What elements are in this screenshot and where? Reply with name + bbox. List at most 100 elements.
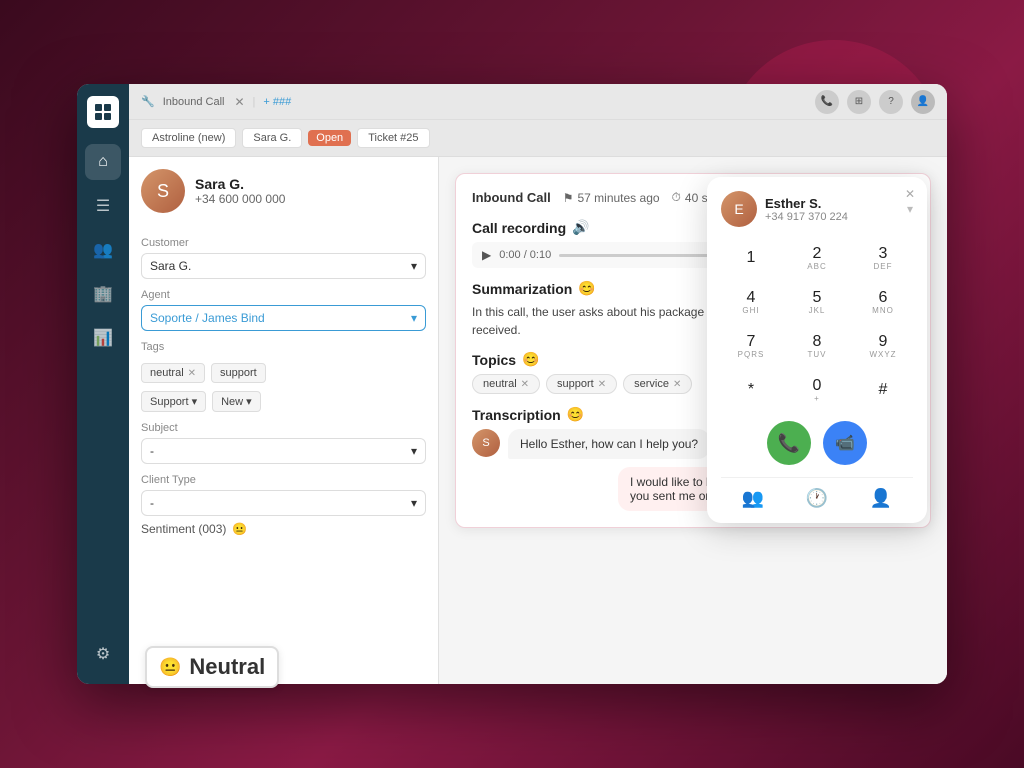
dialpad-expand-chevron[interactable]: ▾ bbox=[907, 202, 913, 216]
dialpad-caller-phone: +34 917 370 224 bbox=[765, 211, 848, 223]
subject-select[interactable]: - ▾ bbox=[141, 438, 426, 464]
user-avatar-btn[interactable]: 👤 bbox=[911, 90, 935, 114]
neutral-label: Neutral bbox=[189, 654, 265, 680]
dial-key-hash[interactable]: # bbox=[853, 371, 913, 409]
contact-header: S Sara G. +34 600 000 000 bbox=[141, 169, 426, 213]
recording-label: Call recording bbox=[472, 220, 566, 236]
flag-icon: ⚑ bbox=[563, 191, 574, 205]
dial-key-2[interactable]: 2ABC bbox=[787, 239, 847, 277]
tag-neutral-remove[interactable]: ✕ bbox=[188, 368, 196, 379]
sidebar-item-buildings[interactable]: 🏢 bbox=[85, 276, 121, 312]
customer-label: Customer bbox=[141, 237, 426, 249]
topbar-logo: 🔧 bbox=[141, 95, 155, 108]
play-button[interactable]: ▶ bbox=[482, 248, 491, 262]
topbar: 🔧 Inbound Call ✕ | + ### 📞 ⊞ ? 👤 bbox=[129, 84, 947, 120]
dial-key-star[interactable]: * bbox=[721, 371, 781, 409]
customer-select[interactable]: Sara G. ▾ bbox=[141, 253, 426, 279]
sentiment-label: Sentiment (003) bbox=[141, 522, 226, 536]
dialpad-footer-transfer[interactable]: 👤 bbox=[870, 488, 892, 509]
sidebar-item-settings[interactable]: ⚙ bbox=[85, 636, 121, 672]
topbar-title: Inbound Call bbox=[163, 96, 225, 108]
topic-service-remove[interactable]: ✕ bbox=[673, 379, 681, 390]
topbar-icons: 📞 ⊞ ? 👤 bbox=[815, 90, 935, 114]
neutral-sentiment-box: 😐 Neutral bbox=[145, 646, 279, 688]
client-type-label: Client Type bbox=[141, 474, 426, 486]
customer-value: Sara G. bbox=[150, 259, 191, 273]
status-support[interactable]: Support ▾ bbox=[141, 391, 206, 412]
tag-support[interactable]: support bbox=[211, 363, 266, 383]
dialpad-footer: 👥 🕐 👤 bbox=[721, 477, 913, 509]
dialpad-actions: 📞 📹 bbox=[721, 421, 913, 465]
clock-icon: ⏱ bbox=[672, 190, 681, 205]
topic-service[interactable]: service ✕ bbox=[623, 374, 692, 394]
dial-video-icon: 📹 bbox=[835, 433, 855, 453]
topics-label: Topics bbox=[472, 352, 516, 368]
dialpad-grid: 1 2ABC 3DEF 4GHI 5JKL 6MNO 7PQRS 8TUV 9W… bbox=[721, 239, 913, 409]
dial-call-button[interactable]: 📞 bbox=[767, 421, 811, 465]
topic-neutral-remove[interactable]: ✕ bbox=[521, 379, 529, 390]
dial-key-7[interactable]: 7PQRS bbox=[721, 327, 781, 365]
avatar-initial: S bbox=[157, 181, 169, 202]
contact-avatar: S bbox=[141, 169, 185, 213]
topics-emoji: 😊 bbox=[522, 351, 539, 368]
topbar-new-tab[interactable]: + ### bbox=[263, 96, 291, 108]
home-icon: ⌂ bbox=[98, 153, 108, 171]
dial-key-9[interactable]: 9WXYZ bbox=[853, 327, 913, 365]
dialpad-footer-group[interactable]: 👥 bbox=[742, 488, 764, 509]
help-icon-btn[interactable]: ? bbox=[879, 90, 903, 114]
status-new[interactable]: New ▾ bbox=[212, 391, 261, 412]
sidebar: ⌂ ☰ 👥 🏢 📊 ⚙ bbox=[77, 84, 129, 684]
settings-icon: ⚙ bbox=[96, 644, 110, 664]
tag-neutral[interactable]: neutral ✕ bbox=[141, 363, 205, 383]
dialpad-header: E Esther S. +34 917 370 224 ▾ bbox=[721, 191, 913, 227]
breadcrumb-astroline[interactable]: Astroline (new) bbox=[141, 128, 236, 148]
sidebar-item-analytics[interactable]: 📊 bbox=[85, 320, 121, 356]
dial-key-6[interactable]: 6MNO bbox=[853, 283, 913, 321]
call-duration: ⏱ 40 s bbox=[672, 190, 708, 205]
msg-bubble-1: Hello Esther, how can I help you? bbox=[508, 429, 710, 459]
breadcrumb-sara[interactable]: Sara G. bbox=[242, 128, 302, 148]
tag-support-text: support bbox=[220, 367, 257, 379]
tickets-icon: ☰ bbox=[96, 196, 110, 216]
time-display: 0:00 / 0:10 bbox=[499, 249, 551, 261]
status-new-text: New bbox=[221, 396, 243, 408]
sentiment-row: Sentiment (003) 😐 bbox=[141, 522, 426, 536]
dial-key-8[interactable]: 8TUV bbox=[787, 327, 847, 365]
dialpad-footer-history[interactable]: 🕐 bbox=[806, 488, 828, 509]
sidebar-item-tickets[interactable]: ☰ bbox=[85, 188, 121, 224]
sidebar-item-contacts[interactable]: 👥 bbox=[85, 232, 121, 268]
dial-call-icon: 📞 bbox=[778, 433, 800, 454]
sidebar-logo bbox=[87, 96, 119, 128]
call-meta-title: Inbound Call bbox=[472, 190, 551, 205]
client-type-select[interactable]: - ▾ bbox=[141, 490, 426, 516]
dial-key-5[interactable]: 5JKL bbox=[787, 283, 847, 321]
client-type-chevron: ▾ bbox=[411, 496, 417, 510]
status-support-text: Support bbox=[150, 396, 189, 408]
phone-icon-btn: 📞 bbox=[815, 90, 839, 114]
subject-label: Subject bbox=[141, 422, 426, 434]
breadcrumb-ticket[interactable]: Ticket #25 bbox=[357, 128, 429, 148]
dialpad-avatar: E bbox=[721, 191, 757, 227]
sidebar-item-home[interactable]: ⌂ bbox=[85, 144, 121, 180]
right-panel: Inbound Call ⚑ 57 minutes ago ⏱ 40 s 📞 bbox=[439, 157, 947, 684]
agent-select[interactable]: Soporte / James Bind ▾ bbox=[141, 305, 426, 331]
dial-key-4[interactable]: 4GHI bbox=[721, 283, 781, 321]
client-type-value: - bbox=[150, 496, 154, 510]
left-panel: S Sara G. +34 600 000 000 Customer Sara … bbox=[129, 157, 439, 684]
ticket-area: S Sara G. +34 600 000 000 Customer Sara … bbox=[129, 157, 947, 684]
dial-key-1[interactable]: 1 bbox=[721, 239, 781, 277]
dial-key-3[interactable]: 3DEF bbox=[853, 239, 913, 277]
dial-key-0[interactable]: 0+ bbox=[787, 371, 847, 409]
topic-support[interactable]: support ✕ bbox=[546, 374, 617, 394]
status-row: Support ▾ New ▾ bbox=[141, 391, 426, 412]
agent-label: Agent bbox=[141, 289, 426, 301]
topic-support-remove[interactable]: ✕ bbox=[598, 379, 606, 390]
summarization-label: Summarization bbox=[472, 281, 572, 297]
dialpad-close-button[interactable]: ✕ bbox=[905, 187, 915, 201]
msg-avatar-left: S bbox=[472, 429, 500, 457]
topic-neutral[interactable]: neutral ✕ bbox=[472, 374, 540, 394]
subject-chevron: ▾ bbox=[411, 444, 417, 458]
dial-video-button[interactable]: 📹 bbox=[823, 421, 867, 465]
topbar-close[interactable]: ✕ bbox=[234, 95, 244, 109]
grid-icon-btn[interactable]: ⊞ bbox=[847, 90, 871, 114]
